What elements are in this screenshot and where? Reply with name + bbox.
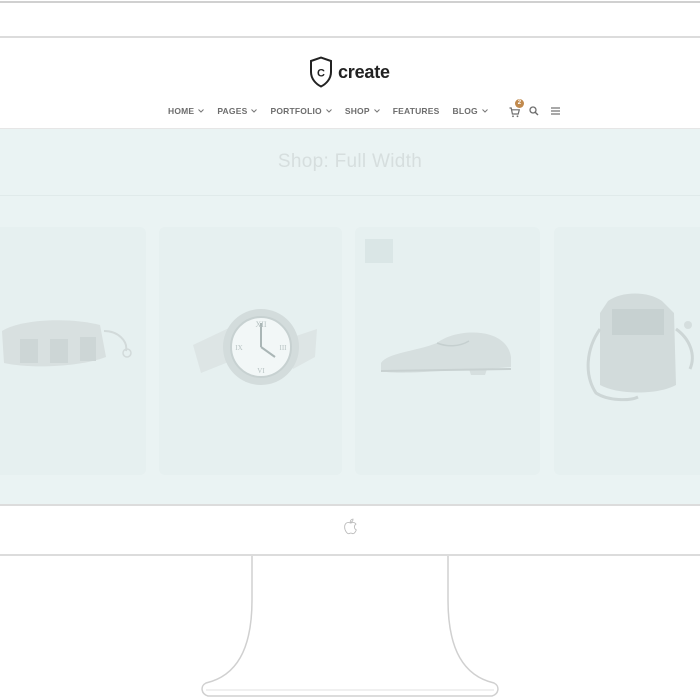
chevron-down-icon [373,109,380,113]
nav-item-label: HOME [168,106,195,116]
nav-item-label: SHOP [344,106,370,116]
chevron-down-icon [251,109,258,113]
nav-item-pages[interactable]: PAGES [217,106,258,116]
site-header: C create HOME PAGES PORTFOLIO SHOP FEATU… [0,38,700,129]
nav-item-features[interactable]: FEATURES [393,106,440,116]
svg-text:IX: IX [235,344,242,352]
nav-item-label: FEATURES [392,106,440,116]
product-card-watch[interactable]: XII III VI IX [159,227,342,475]
svg-text:VI: VI [257,367,265,375]
site-logo[interactable]: C create [308,55,390,89]
shield-logo-icon: C [310,56,332,88]
product-card-shoe[interactable] [355,227,540,475]
sale-badge [365,239,393,263]
logo-letter: C [317,68,325,80]
chevron-down-icon [482,109,488,113]
search-icon[interactable] [529,106,539,116]
cart-button[interactable]: 2 [509,99,524,118]
page-title: Shop: Full Width [277,151,423,172]
camera-bag-image [2,320,132,367]
apple-icon [344,518,357,535]
product-card-backpack[interactable] [554,227,700,475]
main-nav: HOME PAGES PORTFOLIO SHOP FEATURES BLOG [168,99,560,118]
nav-icons: 2 [509,99,560,118]
divider [0,195,700,196]
nav-item-home[interactable]: HOME [168,106,205,116]
svg-text:III: III [280,344,288,352]
wristwatch-image: XII III VI IX [193,309,317,385]
cart-count-badge: 2 [514,99,524,108]
chevron-down-icon [198,109,205,113]
nav-item-shop[interactable]: SHOP [345,106,380,116]
leather-bag-image [586,293,694,402]
content-area: Shop: Full Width XII III VI IX [0,129,700,504]
nav-item-blog[interactable]: BLOG [453,106,488,116]
svg-text:XII: XII [255,320,266,329]
product-card-bag[interactable] [0,227,146,475]
menu-icon[interactable] [550,107,560,115]
chevron-down-icon [325,109,332,113]
leather-shoe-image [380,332,512,375]
cart-icon [509,107,520,118]
nav-item-label: BLOG [452,106,478,116]
screen: C create HOME PAGES PORTFOLIO SHOP FEATU… [0,38,700,504]
nav-item-label: PORTFOLIO [270,106,322,116]
nav-item-label: PAGES [217,106,248,116]
nav-item-portfolio[interactable]: PORTFOLIO [270,106,332,116]
logo-text: create [338,61,390,82]
